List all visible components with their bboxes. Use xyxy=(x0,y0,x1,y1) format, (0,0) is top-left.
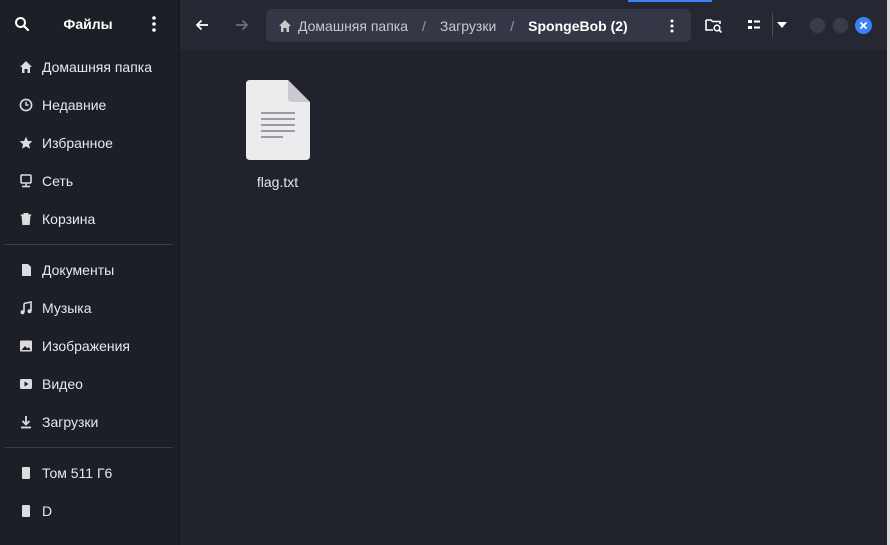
home-icon xyxy=(18,59,34,75)
trash-icon xyxy=(18,211,34,227)
drives-list: Том 511 Г6 D xyxy=(0,454,178,530)
places-list: Домашняя папка Недавние Избранное Сеть К… xyxy=(0,48,178,238)
breadcrumb-home-label: Домашняя папка xyxy=(298,17,409,34)
file-name: flag.txt xyxy=(256,174,299,190)
back-button[interactable] xyxy=(190,13,214,37)
star-icon xyxy=(18,135,34,151)
kebab-menu-icon xyxy=(670,19,674,33)
maximize-button[interactable] xyxy=(832,17,849,34)
sidebar-item-label: Корзина xyxy=(42,211,96,227)
sidebar-item-label: D xyxy=(42,503,53,519)
sidebar-item-label: Видео xyxy=(42,376,83,392)
music-icon xyxy=(18,300,34,316)
file-item[interactable]: flag.txt xyxy=(240,80,315,190)
path-bar: Домашняя папка / Загрузки / SpongeBob (2… xyxy=(266,9,691,42)
sidebar-item-network[interactable]: Сеть xyxy=(0,162,178,200)
arrow-right-icon xyxy=(236,19,249,31)
breadcrumb-separator: / xyxy=(510,17,515,34)
view-toggle-button[interactable] xyxy=(744,13,764,37)
sidebar-item-label: Сеть xyxy=(42,173,74,189)
sidebar: Файлы Домашняя папка Недавние Избранное … xyxy=(0,0,179,545)
sidebar-item-downloads[interactable]: Загрузки xyxy=(0,403,178,441)
text-file-icon xyxy=(245,80,310,160)
breadcrumb-home[interactable]: Домашняя папка xyxy=(278,18,408,34)
list-view-icon xyxy=(748,20,760,29)
sidebar-item-home[interactable]: Домашняя папка xyxy=(0,48,178,86)
breadcrumb-current[interactable]: SpongeBob (2) xyxy=(528,18,628,34)
sidebar-header: Файлы xyxy=(0,0,178,48)
image-icon xyxy=(18,338,34,354)
sidebar-item-label: Музыка xyxy=(42,300,92,316)
breadcrumb-downloads[interactable]: Загрузки xyxy=(440,18,496,34)
sidebar-item-recent[interactable]: Недавние xyxy=(0,86,178,124)
drive-icon xyxy=(18,465,34,481)
close-icon xyxy=(859,21,868,30)
document-icon xyxy=(18,262,34,278)
drive-icon xyxy=(18,503,34,519)
view-options-button[interactable] xyxy=(775,13,789,37)
sidebar-item-label: Недавние xyxy=(42,97,107,113)
folders-list: Документы Музыка Изображения Видео Загру… xyxy=(0,251,178,441)
sidebar-item-music[interactable]: Музыка xyxy=(0,289,178,327)
sidebar-item-label: Домашняя папка xyxy=(42,59,153,75)
search-icon xyxy=(15,17,30,32)
sidebar-item-volume[interactable]: Том 511 Г6 xyxy=(0,454,178,492)
sidebar-item-drive-d[interactable]: D xyxy=(0,492,178,530)
clock-icon xyxy=(18,97,34,113)
sidebar-item-label: Загрузки xyxy=(42,414,99,430)
file-view: flag.txt xyxy=(180,50,890,545)
sidebar-item-label: Документы xyxy=(42,262,115,278)
home-icon xyxy=(279,19,291,32)
sidebar-item-documents[interactable]: Документы xyxy=(0,251,178,289)
sidebar-divider xyxy=(5,244,173,245)
folder-menu-button[interactable] xyxy=(665,14,679,38)
sidebar-item-videos[interactable]: Видео xyxy=(0,365,178,403)
video-icon xyxy=(18,376,34,392)
download-icon xyxy=(18,414,34,430)
sidebar-divider xyxy=(5,447,173,448)
close-button[interactable] xyxy=(855,17,872,34)
sidebar-item-pictures[interactable]: Изображения xyxy=(0,327,178,365)
breadcrumb-downloads-label: Загрузки xyxy=(439,17,497,34)
sidebar-item-label: Изображения xyxy=(42,338,130,354)
accent-line xyxy=(628,0,712,2)
breadcrumb-current-label: SpongeBob (2) xyxy=(528,17,628,34)
kebab-menu-icon xyxy=(152,16,156,32)
minimize-button[interactable] xyxy=(809,17,826,34)
search-in-folder-button[interactable] xyxy=(704,13,724,37)
search-button[interactable] xyxy=(12,12,32,36)
sidebar-item-label: Избранное xyxy=(42,135,113,151)
breadcrumb-separator: / xyxy=(422,17,426,34)
network-icon xyxy=(18,173,34,189)
sidebar-item-starred[interactable]: Избранное xyxy=(0,124,178,162)
chevron-down-icon xyxy=(777,22,787,28)
sidebar-item-label: Том 511 Г6 xyxy=(42,465,113,481)
app-title: Файлы xyxy=(63,16,113,32)
sidebar-item-trash[interactable]: Корзина xyxy=(0,200,178,238)
toolbar-divider xyxy=(772,13,773,37)
main-menu-button[interactable] xyxy=(144,12,164,36)
arrow-left-icon xyxy=(195,19,208,31)
forward-button[interactable] xyxy=(230,13,254,37)
folder-search-icon xyxy=(705,19,723,33)
